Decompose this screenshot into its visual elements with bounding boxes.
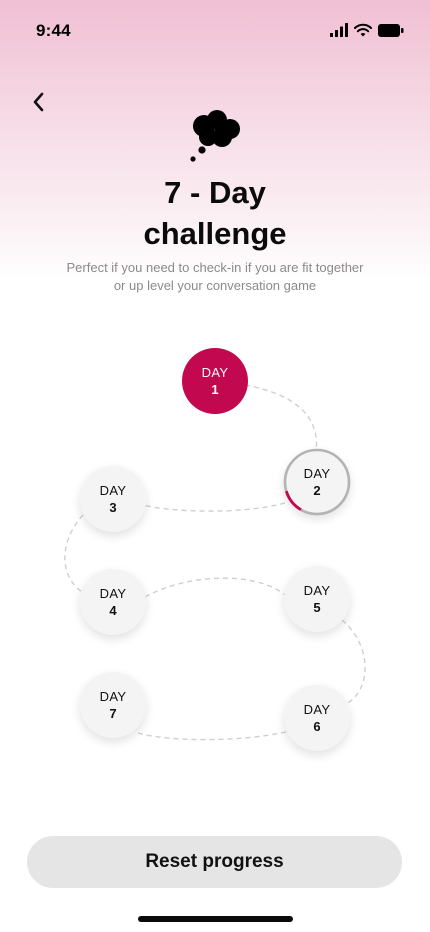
day-label: DAY: [303, 701, 331, 717]
thought-bubble-icon: [190, 110, 240, 162]
day-node-7[interactable]: DAY 7: [80, 672, 146, 738]
day-node-5[interactable]: DAY 5: [284, 566, 350, 632]
status-time: 9:44: [36, 21, 71, 40]
wifi-icon: [354, 23, 372, 42]
subtitle-line-1: Perfect if you need to check-in if you a…: [66, 260, 364, 275]
day-label: DAY: [303, 582, 331, 598]
title-line-2: challenge: [143, 216, 287, 251]
reset-progress-button[interactable]: Reset progress: [27, 836, 402, 888]
day-node-6[interactable]: DAY 6: [284, 685, 350, 751]
day-number: 4: [109, 602, 117, 618]
page-subtitle: Perfect if you need to check-in if you a…: [45, 259, 385, 295]
day-node-1[interactable]: DAY 1: [182, 348, 248, 414]
app-screen: 9:44 7 - Day challenge Perfect if you ne…: [0, 0, 430, 932]
status-bar: 9:44: [0, 0, 430, 64]
day-label: DAY: [99, 585, 127, 601]
day-number: 1: [211, 381, 219, 397]
day-number: 6: [313, 718, 321, 734]
page-title: 7 - Day challenge: [0, 172, 430, 254]
status-icons: [330, 23, 404, 42]
day-number: 3: [109, 499, 117, 515]
battery-icon: [378, 23, 404, 42]
day-number: 7: [109, 705, 117, 721]
day-label: DAY: [201, 364, 229, 380]
day-label: DAY: [99, 482, 127, 498]
chevron-left-icon: [33, 92, 44, 112]
back-button[interactable]: [24, 88, 52, 116]
title-line-1: 7 - Day: [164, 175, 266, 210]
day-number: 5: [313, 599, 321, 615]
subtitle-line-2: or up level your conversation game: [113, 278, 317, 293]
day-progress-ring: [283, 448, 351, 516]
signal-icon: [330, 23, 348, 42]
home-indicator: [138, 916, 293, 922]
day-label: DAY: [99, 688, 127, 704]
day-node-3[interactable]: DAY 3: [80, 466, 146, 532]
day-node-4[interactable]: DAY 4: [80, 569, 146, 635]
day-node-2[interactable]: DAY 2: [283, 448, 351, 516]
